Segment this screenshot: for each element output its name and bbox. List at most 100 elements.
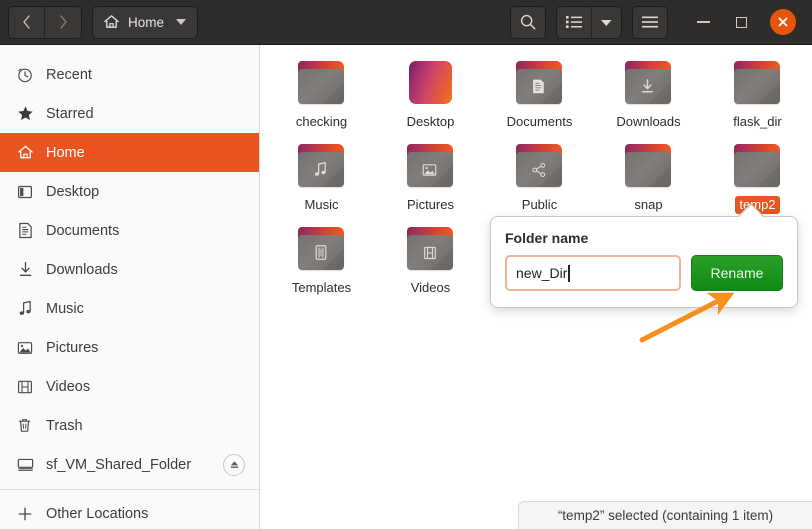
document-icon bbox=[533, 79, 544, 94]
view-options-dropdown[interactable] bbox=[592, 5, 622, 39]
sidebar-item-documents[interactable]: Documents bbox=[0, 211, 259, 250]
file-item-templates[interactable]: Templates bbox=[267, 219, 376, 298]
eject-icon bbox=[230, 461, 238, 468]
file-name: Videos bbox=[410, 280, 451, 295]
folder-icon bbox=[730, 142, 786, 192]
download-icon bbox=[642, 79, 653, 93]
folder-body bbox=[406, 152, 453, 187]
image-icon bbox=[16, 339, 34, 357]
file-name: Desktop bbox=[406, 114, 455, 129]
eject-button[interactable] bbox=[223, 453, 245, 476]
file-name: Music bbox=[304, 197, 339, 212]
sidebar-item-label: Music bbox=[46, 300, 84, 317]
folder-name-input[interactable]: new_Dir bbox=[505, 255, 681, 291]
film-icon bbox=[16, 378, 34, 396]
close-icon bbox=[778, 17, 788, 27]
sidebar-item-downloads[interactable]: Downloads bbox=[0, 250, 259, 289]
sidebar-item-recent[interactable]: Recent bbox=[0, 55, 259, 94]
path-button-home[interactable]: Home bbox=[92, 5, 199, 39]
folder-body bbox=[515, 69, 562, 104]
file-item-downloads[interactable]: Downloads bbox=[594, 53, 703, 132]
search-icon bbox=[520, 14, 536, 30]
close-button[interactable] bbox=[770, 9, 796, 35]
download-icon bbox=[16, 261, 34, 279]
folder-icon bbox=[621, 142, 677, 192]
sidebar-item-sf-vm-shared-folder[interactable]: sf_VM_Shared_Folder bbox=[0, 445, 259, 484]
main-menu-button[interactable] bbox=[632, 5, 668, 39]
image-icon bbox=[422, 163, 437, 176]
maximize-button[interactable] bbox=[724, 6, 758, 38]
list-view-button[interactable] bbox=[556, 5, 592, 39]
folder-icon bbox=[512, 59, 568, 109]
sidebar-item-label: sf_VM_Shared_Folder bbox=[46, 456, 192, 473]
sidebar-item-trash[interactable]: Trash bbox=[0, 406, 259, 445]
sidebar-item-label: Trash bbox=[46, 417, 83, 434]
minimize-button[interactable] bbox=[686, 6, 720, 38]
desktop-icon bbox=[16, 183, 34, 201]
share-icon bbox=[531, 162, 545, 177]
sidebar-item-desktop[interactable]: Desktop bbox=[0, 172, 259, 211]
sidebar-divider bbox=[0, 489, 259, 490]
sidebar-item-label: Starred bbox=[46, 105, 94, 122]
folder-icon bbox=[294, 59, 350, 109]
folder-icon bbox=[294, 225, 350, 275]
file-item-desktop[interactable]: Desktop bbox=[376, 53, 485, 132]
file-manager-window: Home Recent Starred Home Desktop Documen… bbox=[0, 0, 812, 529]
sidebar-item-label: Desktop bbox=[46, 183, 100, 200]
status-bar: “temp2” selected (containing 1 item) bbox=[518, 501, 812, 529]
drive-icon bbox=[16, 456, 34, 474]
folder-icon bbox=[294, 142, 350, 192]
clock-icon bbox=[16, 66, 34, 84]
sidebar-item-label: Other Locations bbox=[46, 505, 149, 522]
sidebar-item-music[interactable]: Music bbox=[0, 289, 259, 328]
sidebar-item-other-locations[interactable]: Other Locations bbox=[0, 494, 259, 529]
rename-popover: Folder name new_Dir Rename bbox=[490, 216, 798, 308]
maximize-icon bbox=[735, 16, 747, 28]
folder-body bbox=[733, 69, 780, 104]
sidebar-item-home[interactable]: Home bbox=[0, 133, 259, 172]
desktop-gradient-icon bbox=[408, 61, 452, 104]
file-item-public[interactable]: Public bbox=[485, 136, 594, 215]
file-item-documents[interactable]: Documents bbox=[485, 53, 594, 132]
file-item-videos[interactable]: Videos bbox=[376, 219, 485, 298]
sidebar-item-starred[interactable]: Starred bbox=[0, 94, 259, 133]
template-icon bbox=[315, 245, 326, 260]
folder-icon bbox=[403, 142, 459, 192]
file-name: snap bbox=[634, 197, 663, 212]
forward-button[interactable] bbox=[45, 6, 81, 38]
navigation-button-group bbox=[8, 5, 82, 39]
search-button[interactable] bbox=[510, 5, 546, 39]
file-name: Documents bbox=[506, 114, 573, 129]
folder-icon bbox=[730, 59, 786, 109]
folder-body bbox=[733, 152, 780, 187]
file-name: checking bbox=[295, 114, 348, 129]
file-item-checking[interactable]: checking bbox=[267, 53, 376, 132]
star-icon bbox=[16, 105, 34, 123]
folder-name-label: Folder name bbox=[505, 230, 589, 246]
folder-icon bbox=[403, 225, 459, 275]
file-item-pictures[interactable]: Pictures bbox=[376, 136, 485, 215]
file-item-snap[interactable]: snap bbox=[594, 136, 703, 215]
rename-button[interactable]: Rename bbox=[691, 255, 783, 291]
rename-row: new_Dir Rename bbox=[505, 255, 783, 291]
folder-icon bbox=[621, 59, 677, 109]
file-name: flask_dir bbox=[733, 114, 782, 129]
sidebar-item-label: Documents bbox=[46, 222, 120, 239]
music-note-icon bbox=[314, 162, 326, 176]
sidebar-item-label: Downloads bbox=[46, 261, 118, 278]
film-icon bbox=[423, 246, 436, 259]
chevron-down-icon bbox=[176, 19, 187, 25]
folder-body bbox=[624, 69, 671, 104]
view-mode-group bbox=[556, 5, 622, 39]
titlebar: Home bbox=[0, 0, 812, 45]
file-name: Pictures bbox=[407, 197, 454, 212]
rename-button-label: Rename bbox=[710, 265, 764, 281]
file-item-flask-dir[interactable]: flask_dir bbox=[703, 53, 812, 132]
titlebar-right-group bbox=[510, 5, 804, 39]
sidebar-item-pictures[interactable]: Pictures bbox=[0, 328, 259, 367]
file-item-music[interactable]: Music bbox=[267, 136, 376, 215]
back-button[interactable] bbox=[9, 6, 45, 38]
home-icon bbox=[104, 15, 119, 28]
sidebar-item-label: Recent bbox=[46, 66, 92, 83]
sidebar-item-videos[interactable]: Videos bbox=[0, 367, 259, 406]
